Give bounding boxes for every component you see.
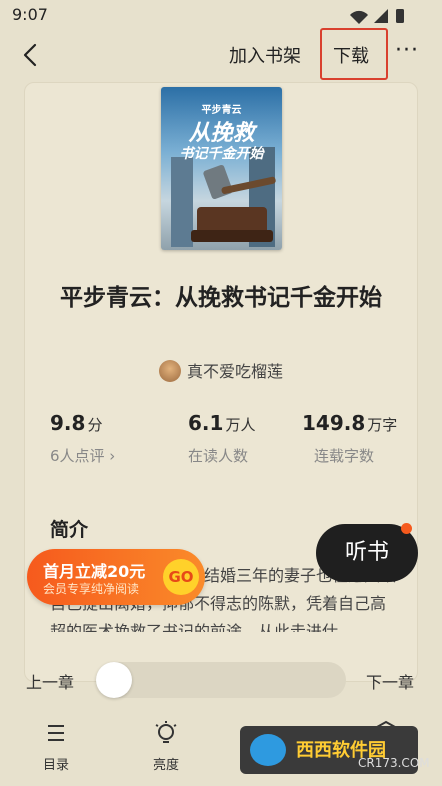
words-value: 149.8 xyxy=(302,411,366,435)
chapter-navigation: 上一章 下一章 xyxy=(0,660,442,700)
watermark-logo-icon xyxy=(250,734,286,766)
cover-title-line3: 书记千金开始 xyxy=(179,146,264,162)
chapter-progress-thumb[interactable] xyxy=(96,662,132,698)
promo-go-button[interactable]: GO xyxy=(163,559,199,595)
back-button[interactable] xyxy=(16,40,46,70)
listen-notification-dot xyxy=(401,523,412,534)
watermark-site: CR173.COM xyxy=(358,756,430,770)
next-chapter-button[interactable]: 下一章 xyxy=(366,669,414,693)
nav-toc[interactable]: 目录 xyxy=(26,720,86,773)
nav-toc-label: 目录 xyxy=(42,758,69,773)
author-name: 真不爱吃榴莲 xyxy=(186,362,283,381)
stat-readers: 6.1 万人 在读人数 xyxy=(188,411,255,466)
list-icon xyxy=(48,725,64,741)
intro-heading: 简介 xyxy=(50,519,89,541)
promo-subline: 会员专享纯净阅读 xyxy=(43,582,140,596)
rating-value: 9.8 xyxy=(50,411,86,435)
author-avatar xyxy=(158,360,181,382)
rating-unit: 分 xyxy=(87,416,103,434)
stat-words: 149.8 万字 连载字数 xyxy=(302,411,397,466)
author-row[interactable]: 真不爱吃榴莲 xyxy=(0,358,442,382)
chevron-left-icon xyxy=(23,43,37,67)
download-button[interactable]: 下载 xyxy=(333,42,369,68)
readers-label: 在读人数 xyxy=(188,447,249,465)
site-watermark: 西西软件园 CR173.COM xyxy=(240,726,430,774)
signal-wifi-battery-icon xyxy=(350,9,404,24)
status-time: 9:07 xyxy=(12,5,48,24)
more-menu-button[interactable]: ··· xyxy=(395,38,419,63)
top-bar: 加入书架 下载 ··· xyxy=(0,28,442,80)
lightbulb-icon xyxy=(155,721,177,743)
add-to-shelf-button[interactable]: 加入书架 xyxy=(229,42,301,68)
vip-promo-banner[interactable]: 首月立减20元 会员专享纯净阅读 GO xyxy=(27,549,205,605)
readers-value: 6.1 xyxy=(188,411,224,435)
rating-count: 6人点评 › xyxy=(50,447,116,465)
chapter-progress-track[interactable] xyxy=(96,662,346,698)
nav-brightness[interactable]: 亮度 xyxy=(136,720,196,773)
readers-unit: 万人 xyxy=(225,416,256,434)
cover-title-line1: 平步青云 xyxy=(201,105,242,116)
promo-headline: 首月立减20元 xyxy=(43,562,146,581)
words-label: 连载字数 xyxy=(314,447,375,465)
nav-brightness-label: 亮度 xyxy=(152,758,179,773)
book-title: 平步青云：从挽救书记千金开始 xyxy=(60,285,382,311)
status-bar: 9:07 xyxy=(0,0,442,30)
book-cover[interactable]: 平步青云 从挽救 书记千金开始 xyxy=(161,87,282,250)
stat-rating[interactable]: 9.8 分 6人点评 › xyxy=(50,411,115,466)
status-icons xyxy=(348,7,408,29)
prev-chapter-button[interactable]: 上一章 xyxy=(26,669,74,693)
words-unit: 万字 xyxy=(367,416,398,434)
